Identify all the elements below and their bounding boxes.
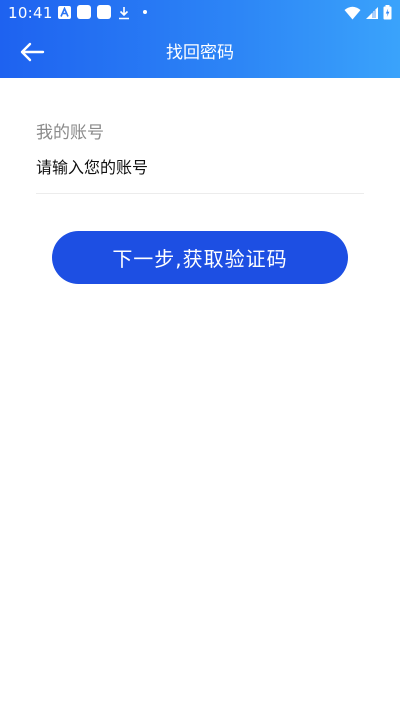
system-icons — [344, 5, 392, 24]
status-bar: 10:41 — [0, 0, 400, 26]
next-get-code-button[interactable]: 下一步,获取验证码 — [52, 231, 348, 284]
cellular-signal-icon — [365, 5, 379, 24]
account-input[interactable] — [36, 150, 364, 184]
account-label: 我的账号 — [36, 123, 104, 143]
a-badge-icon — [58, 5, 71, 19]
wifi-icon — [344, 5, 361, 24]
input-divider — [36, 193, 364, 194]
app-square-icon — [77, 5, 91, 19]
notification-icons — [58, 5, 147, 20]
dot-icon — [143, 10, 147, 14]
download-icon — [117, 5, 131, 20]
app-bar: 找回密码 — [0, 26, 400, 78]
page-title: 找回密码 — [166, 43, 234, 63]
app-square-icon — [97, 5, 111, 19]
header: 10:41 找回密码 — [0, 0, 400, 78]
find-password-screen: 10:41 找回密码 我的账号 请输入您的账号 下一步,获取验证码 — [0, 0, 400, 712]
status-time: 10:41 — [8, 4, 53, 22]
battery-charging-icon — [383, 5, 392, 24]
